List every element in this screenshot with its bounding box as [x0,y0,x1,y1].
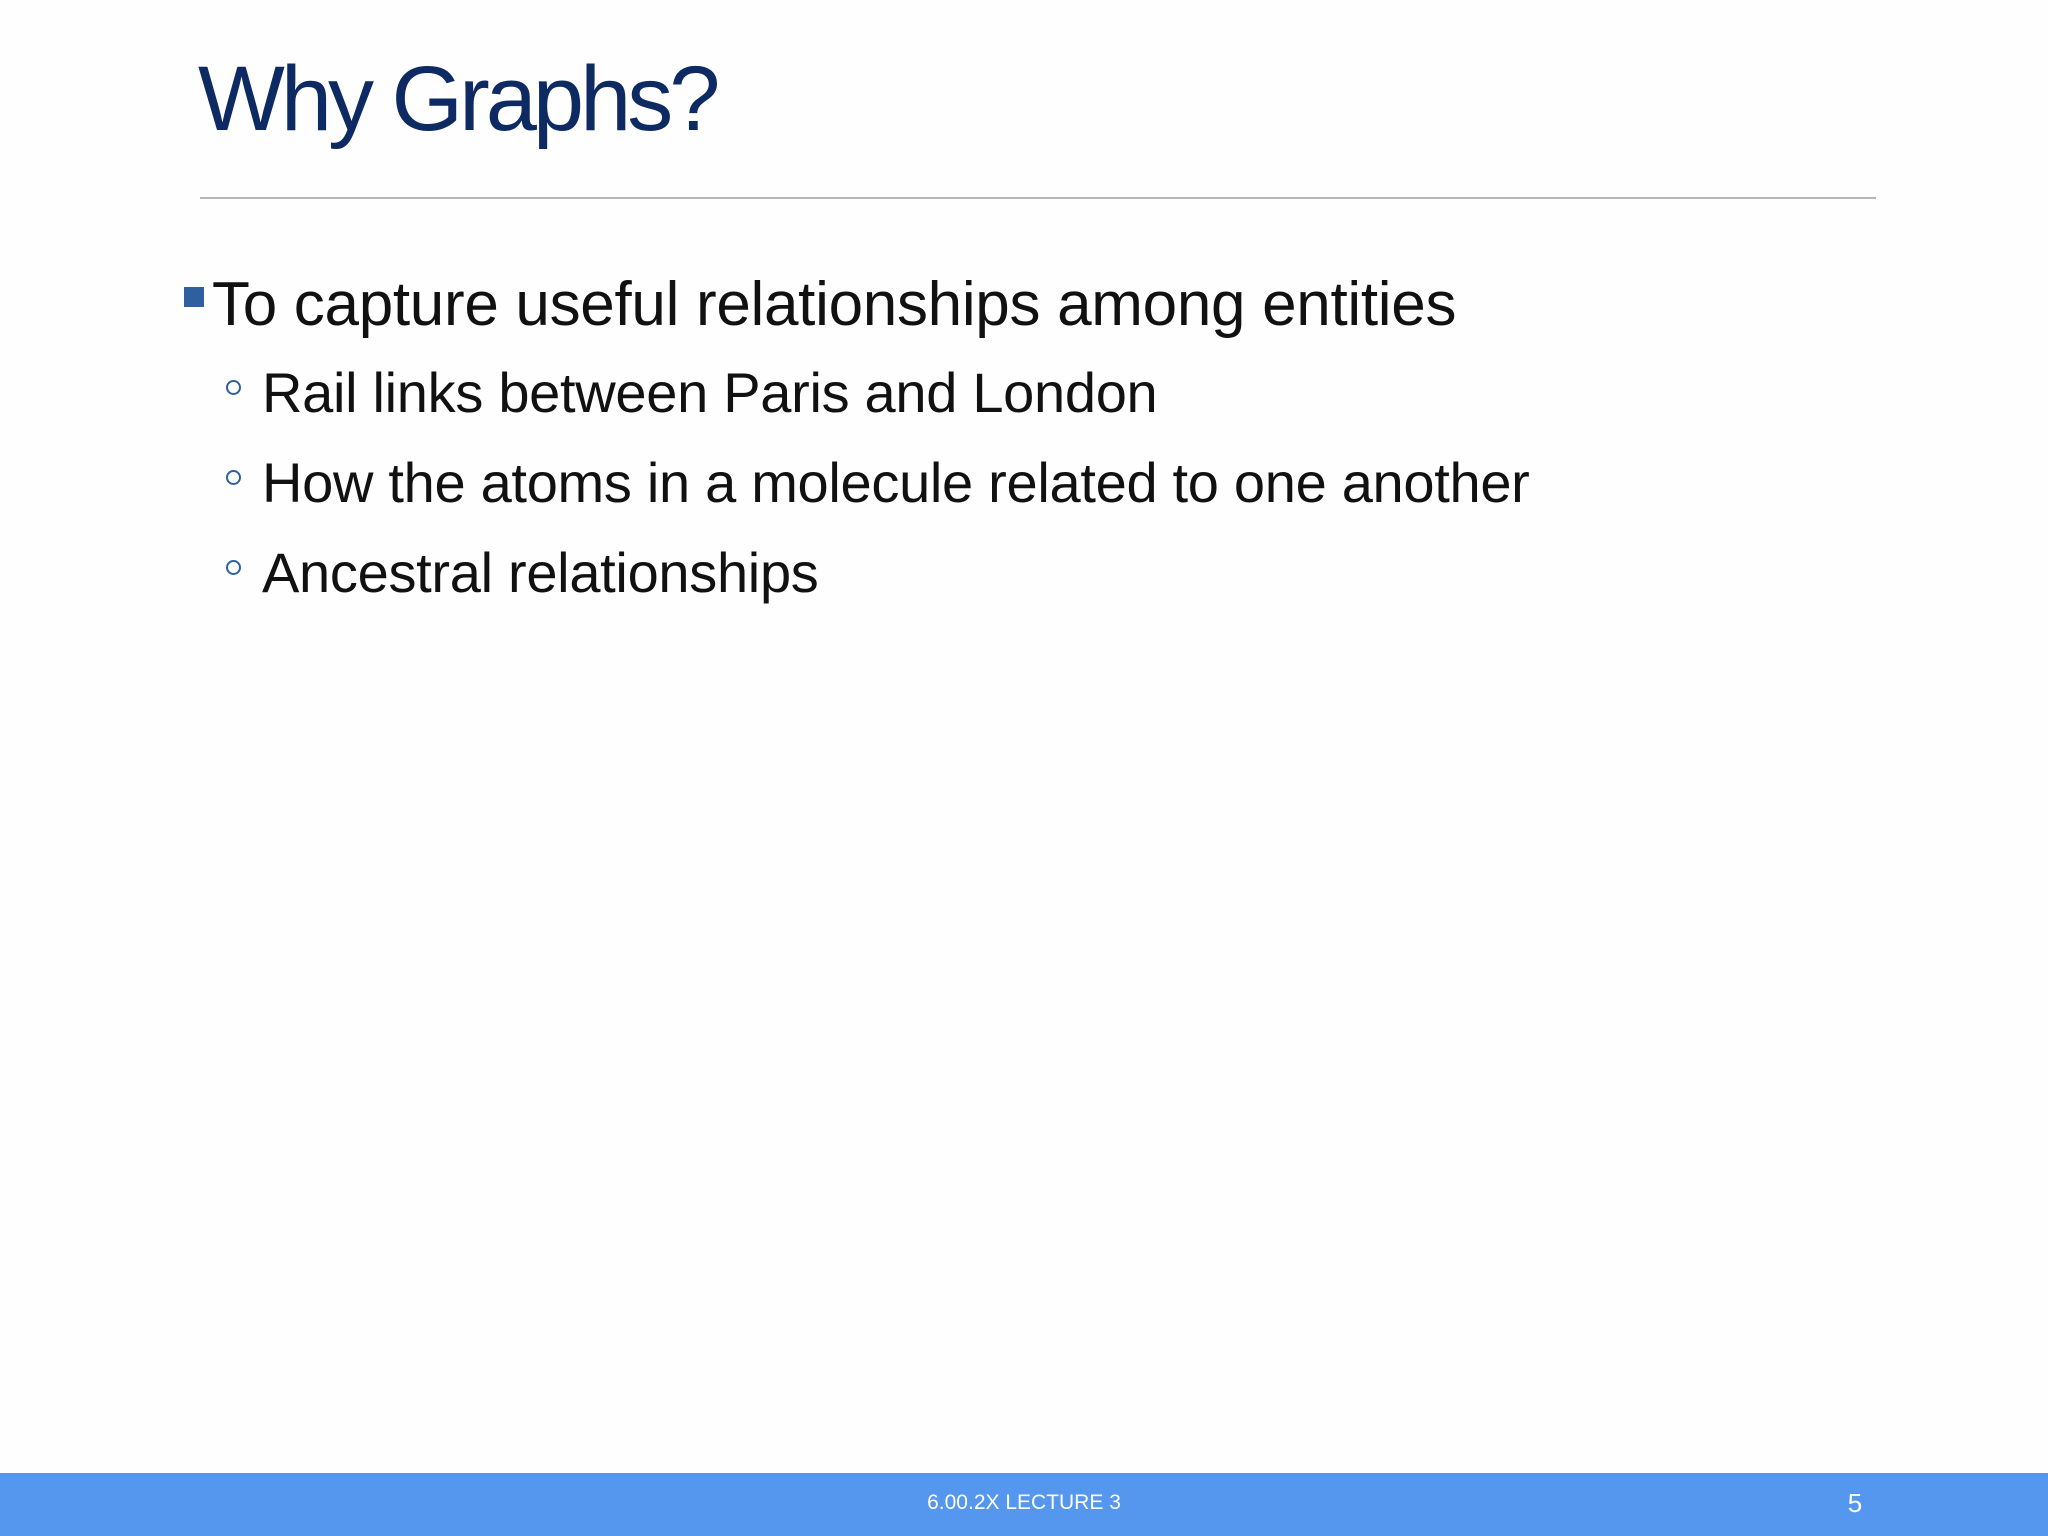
slide-page-number: 5 [1847,1488,1863,1518]
sub-bullet-text: How the atoms in a molecule related to o… [262,451,1530,514]
square-bullet-icon [184,287,204,307]
slide: Why Graphs? To capture useful relationsh… [0,0,2048,1536]
circle-bullet-icon [226,379,241,395]
sub-bullet-item: Rail links between Paris and London [184,348,1904,438]
sub-bullet-item: How the atoms in a molecule related to o… [184,438,1904,528]
sub-bullet-text: Rail links between Paris and London [262,361,1158,424]
sub-bullet-text: Ancestral relationships [262,541,819,604]
footer-bar: 6.00.2X LECTURE 3 5 [0,1473,2048,1536]
sub-bullet-item: Ancestral relationships [184,528,1904,618]
footer-lecture-label: 6.00.2X LECTURE 3 [927,1491,1121,1514]
slide-title: Why Graphs? [198,48,720,150]
bullet-list: To capture useful relationships among en… [184,262,1904,618]
circle-bullet-icon [226,559,241,575]
circle-bullet-icon [226,469,241,485]
bullet-text: To capture useful relationships among en… [212,270,1457,339]
title-divider [200,197,1876,199]
bullet-item: To capture useful relationships among en… [184,262,1904,348]
